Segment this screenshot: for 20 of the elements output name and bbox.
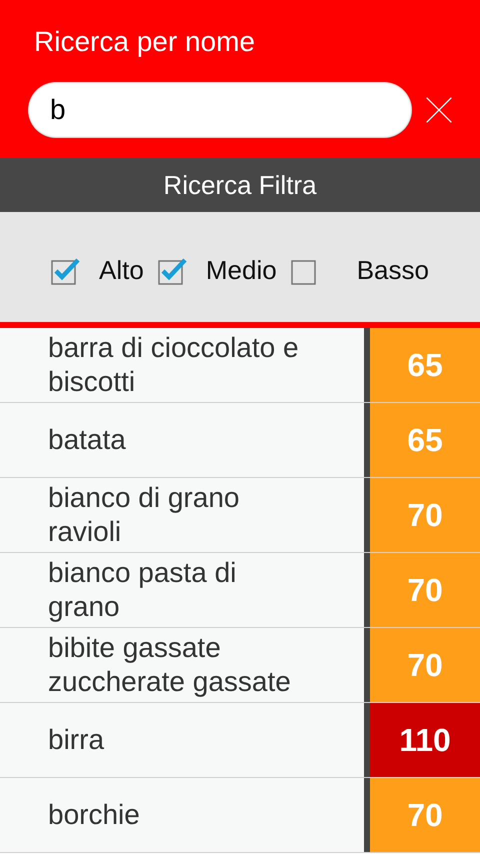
value-cell: 70 [370,478,480,552]
filter-title: Ricerca Filtra [163,168,317,202]
checkbox-label: Medio [206,254,277,287]
checkbox[interactable] [51,256,82,284]
list-item[interactable]: borchie [0,778,364,852]
search-field[interactable]: b [28,82,412,138]
value-cell: 65 [370,328,480,402]
list-item[interactable]: birra [0,703,364,777]
value-cell: 110 [370,703,480,777]
value-cell: 70 [370,778,480,852]
value-cell: 70 [370,553,480,627]
list-item[interactable]: bibite gassate zuccherate gassate [0,628,364,702]
checkbox[interactable] [158,256,188,284]
value-cell: 70 [370,628,480,702]
checkbox-label: Alto [99,254,144,287]
screen-title: Ricerca per nome [33,25,256,59]
value-cell: 65 [370,403,480,477]
checkbox-label: Basso [356,254,429,287]
list-item[interactable]: barra di cioccolato e biscotti [0,328,364,402]
list-item[interactable]: batata [0,403,364,477]
